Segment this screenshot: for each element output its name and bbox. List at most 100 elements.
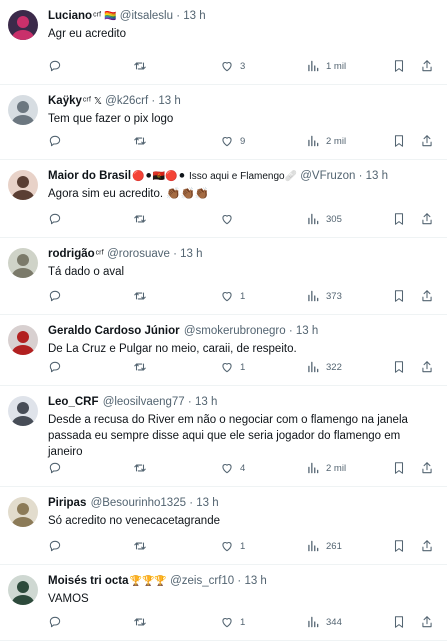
like-button[interactable]: 1 bbox=[220, 360, 245, 374]
views-icon bbox=[306, 134, 320, 148]
bookmark-button[interactable] bbox=[392, 134, 406, 148]
reply-button[interactable] bbox=[48, 134, 68, 148]
bookmark-button[interactable] bbox=[392, 539, 406, 553]
display-name[interactable]: Geraldo Cardoso Júnior bbox=[48, 325, 180, 337]
like-button[interactable]: 3 bbox=[220, 59, 245, 73]
display-name[interactable]: Leo_CRF bbox=[48, 396, 98, 408]
like-button[interactable]: 1 bbox=[220, 289, 245, 303]
avatar[interactable] bbox=[8, 325, 38, 355]
retweet-button[interactable] bbox=[133, 360, 153, 374]
display-name[interactable]: rodrigão bbox=[48, 248, 95, 260]
display-name[interactable]: Kaÿky bbox=[48, 95, 82, 107]
reply-button[interactable] bbox=[48, 59, 68, 73]
reply-tweet[interactable]: Geraldo Cardoso Júnior @smokerubronegro … bbox=[0, 315, 447, 386]
bookmark-button[interactable] bbox=[392, 615, 406, 629]
views-button[interactable]: 261 bbox=[306, 539, 342, 553]
action-bar: 1 322 bbox=[48, 360, 447, 376]
display-name[interactable]: Moisés tri octa bbox=[48, 575, 129, 587]
reply-button[interactable] bbox=[48, 212, 68, 226]
retweet-button[interactable] bbox=[133, 289, 153, 303]
retweet-button[interactable] bbox=[133, 212, 153, 226]
reply-tweet[interactable]: Maior do Brasil🔴⚫🇦🇴🔴⚫ Isso aqui e Flamen… bbox=[0, 160, 447, 238]
user-handle[interactable]: @leosilvaeng77 bbox=[103, 396, 185, 408]
timestamp[interactable]: 13 h bbox=[296, 325, 318, 337]
user-handle[interactable]: @Besourinho1325 bbox=[91, 497, 186, 509]
like-button[interactable]: 1 bbox=[220, 615, 245, 629]
user-handle[interactable]: @smokerubronegro bbox=[184, 325, 286, 337]
name-badge: 🔴⚫🇦🇴🔴⚫ Isso aqui e Flamengo🩹 bbox=[132, 171, 298, 182]
avatar[interactable] bbox=[8, 497, 38, 527]
views-button[interactable]: 2 mil bbox=[306, 461, 346, 475]
share-button[interactable] bbox=[420, 461, 434, 475]
like-button[interactable] bbox=[220, 212, 240, 226]
avatar[interactable] bbox=[8, 248, 38, 278]
user-handle[interactable]: @rorosuave bbox=[107, 248, 170, 260]
reply-tweet[interactable]: rodrigãoᶜʳᶠ @rorosuave · 13 h Tá dado o a… bbox=[0, 238, 447, 315]
share-button[interactable] bbox=[420, 289, 434, 303]
share-button[interactable] bbox=[420, 360, 434, 374]
reply-button[interactable] bbox=[48, 360, 68, 374]
share-button[interactable] bbox=[420, 59, 434, 73]
user-handle[interactable]: @zeis_crf10 bbox=[170, 575, 234, 587]
views-button[interactable]: 373 bbox=[306, 289, 342, 303]
avatar[interactable] bbox=[8, 95, 38, 125]
reply-button[interactable] bbox=[48, 461, 68, 475]
reply-tweet[interactable]: Leo_CRF @leosilvaeng77 · 13 h Desde a rec… bbox=[0, 386, 447, 487]
retweet-button[interactable] bbox=[133, 615, 153, 629]
views-button[interactable]: 2 mil bbox=[306, 134, 346, 148]
views-button[interactable]: 344 bbox=[306, 615, 342, 629]
reply-tweet[interactable]: Moisés tri octa🏆🏆🏆 @zeis_crf10 · 13 h VAM… bbox=[0, 565, 447, 641]
views-icon bbox=[306, 59, 320, 73]
avatar[interactable] bbox=[8, 396, 38, 426]
tweet-header: Moisés tri octa🏆🏆🏆 @zeis_crf10 · 13 h bbox=[48, 574, 441, 589]
user-handle[interactable]: @VFruzon bbox=[300, 170, 355, 182]
display-name[interactable]: Piripas bbox=[48, 497, 86, 509]
retweet-button[interactable] bbox=[133, 134, 153, 148]
retweet-button[interactable] bbox=[133, 59, 153, 73]
reply-tweet[interactable]: Lucianoᶜʳᶠ 🏳️‍🌈 @itsaleslu · 13 h Agr eu … bbox=[0, 0, 447, 85]
timestamp[interactable]: 13 h bbox=[244, 575, 266, 587]
timestamp[interactable]: 13 h bbox=[196, 497, 218, 509]
like-button[interactable]: 1 bbox=[220, 539, 245, 553]
retweet-button[interactable] bbox=[133, 461, 153, 475]
avatar[interactable] bbox=[8, 575, 38, 605]
avatar[interactable] bbox=[8, 170, 38, 200]
user-handle[interactable]: @itsaleslu bbox=[120, 10, 173, 22]
share-button[interactable] bbox=[420, 212, 434, 226]
user-handle[interactable]: @k26crf bbox=[105, 95, 148, 107]
bookmark-button[interactable] bbox=[392, 289, 406, 303]
like-button[interactable]: 4 bbox=[220, 461, 245, 475]
share-button[interactable] bbox=[420, 615, 434, 629]
reply-button[interactable] bbox=[48, 615, 68, 629]
bookmark-button[interactable] bbox=[392, 360, 406, 374]
display-name[interactable]: Maior do Brasil bbox=[48, 170, 131, 182]
retweet-button[interactable] bbox=[133, 539, 153, 553]
view-count: 2 mil bbox=[326, 135, 347, 147]
bookmark-button[interactable] bbox=[392, 461, 406, 475]
reply-button[interactable] bbox=[48, 539, 68, 553]
like-count: 9 bbox=[240, 135, 246, 147]
bookmark-button[interactable] bbox=[392, 59, 406, 73]
views-button[interactable]: 1 mil bbox=[306, 59, 346, 73]
share-icon bbox=[420, 360, 434, 374]
views-button[interactable]: 305 bbox=[306, 212, 342, 226]
reply-icon bbox=[48, 212, 62, 226]
timestamp[interactable]: 13 h bbox=[195, 396, 217, 408]
share-button[interactable] bbox=[420, 539, 434, 553]
reply-tweet[interactable]: Kaÿkyᶜʳᶠ 𝕏 @k26crf · 13 h Tem que fazer o… bbox=[0, 85, 447, 160]
view-count: 322 bbox=[326, 361, 342, 373]
timestamp[interactable]: 13 h bbox=[183, 10, 205, 22]
bookmark-button[interactable] bbox=[392, 212, 406, 226]
reply-button[interactable] bbox=[48, 289, 68, 303]
avatar[interactable] bbox=[8, 10, 38, 40]
reply-icon bbox=[48, 539, 62, 553]
timestamp[interactable]: 13 h bbox=[180, 248, 202, 260]
views-button[interactable]: 322 bbox=[306, 360, 342, 374]
share-button[interactable] bbox=[420, 134, 434, 148]
reply-tweet[interactable]: Piripas @Besourinho1325 · 13 h Só acredit… bbox=[0, 487, 447, 565]
like-button[interactable]: 9 bbox=[220, 134, 245, 148]
timestamp[interactable]: 13 h bbox=[158, 95, 180, 107]
display-name[interactable]: Luciano bbox=[48, 10, 92, 22]
timestamp[interactable]: 13 h bbox=[366, 170, 388, 182]
share-icon bbox=[420, 461, 434, 475]
